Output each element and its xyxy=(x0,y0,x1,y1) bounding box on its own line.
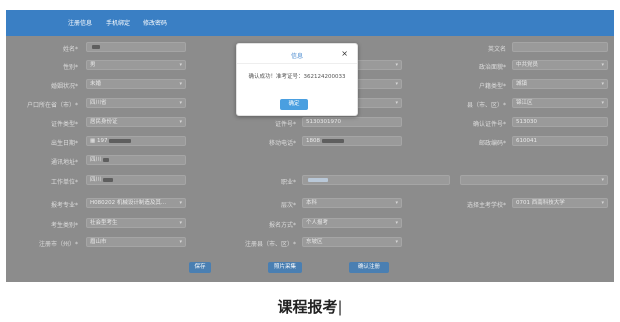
id-number-label: 证件号* xyxy=(274,121,296,128)
mobile-label: 移动电话* xyxy=(268,140,296,147)
english-name-field[interactable] xyxy=(512,42,608,52)
birth-date-label: 出生日期* xyxy=(50,140,78,147)
marital-status-select[interactable]: 未婚 xyxy=(86,79,186,89)
exam-school-label: 选择主考学校* xyxy=(466,202,506,209)
register-city-label: 注册市（州）* xyxy=(38,241,78,248)
postcode-field[interactable]: 610041 xyxy=(512,136,608,146)
masked-text xyxy=(92,44,100,49)
confirmation-dialog: 信息 × 确认成功！准考证号：362124200033 确定 xyxy=(236,43,358,116)
employer-field[interactable]: 四川 xyxy=(86,175,186,185)
masked-text xyxy=(103,177,114,182)
name-label: 姓名* xyxy=(62,46,78,53)
occupation-detail-select[interactable] xyxy=(460,175,608,185)
major-label: 报考专业* xyxy=(50,202,78,209)
close-icon[interactable]: × xyxy=(341,49,348,58)
address-label: 通讯地址* xyxy=(50,159,78,166)
id-type-label: 证件类型* xyxy=(50,121,78,128)
caption-text: 课程报考 xyxy=(277,298,338,316)
confirm-id-label: 确认证件号* xyxy=(472,121,506,128)
marital-status-label: 婚姻状况* xyxy=(50,83,78,90)
county-label: 县（市、区）* xyxy=(466,102,506,109)
apply-method-label: 报名方式* xyxy=(268,222,296,229)
register-district-label: 注册县（市、区）* xyxy=(244,241,296,248)
calendar-icon[interactable]: ▦ xyxy=(90,138,97,144)
top-nav-bar: 注册信息 手机绑定 修改密码 xyxy=(6,10,614,36)
occupation-label: 职业* xyxy=(280,179,296,186)
dialog-message: 确认成功！准考证号：362124200033 xyxy=(248,74,346,80)
candidate-type-label: 考生类别* xyxy=(50,222,78,229)
address-field[interactable]: 四川 xyxy=(86,155,186,165)
hukou-province-label: 户口所在省（市）* xyxy=(26,102,78,109)
name-field[interactable] xyxy=(86,42,186,52)
gender-select[interactable]: 男 xyxy=(86,60,186,70)
screenshot: 注册信息 手机绑定 修改密码 姓名* 性别* 男 婚姻状况* 未婚 户口所在省（… xyxy=(0,0,620,322)
county-select[interactable]: 锦江区 xyxy=(512,98,608,108)
ok-button[interactable]: 确定 xyxy=(280,99,308,110)
hukou-type-select[interactable]: 城镇 xyxy=(512,79,608,89)
birth-date-field[interactable]: ▦ 197 xyxy=(86,136,186,146)
english-name-label: 英文名 xyxy=(487,46,506,53)
occupation-field[interactable] xyxy=(302,175,450,185)
hukou-type-label: 户籍类型* xyxy=(478,83,506,90)
level-label: 层次* xyxy=(280,202,296,209)
dialog-title: 信息 xyxy=(290,53,303,60)
text-cursor: | xyxy=(337,298,343,316)
postcode-label: 邮政编码* xyxy=(478,140,506,147)
caption: 课程报考| xyxy=(0,296,620,317)
masked-text xyxy=(103,157,110,162)
confirm-register-button[interactable]: 确认注册 xyxy=(349,262,389,273)
gender-label: 性别* xyxy=(62,64,78,71)
employer-label: 工作单位* xyxy=(50,179,78,186)
dialog-divider xyxy=(237,63,357,64)
id-type-select[interactable]: 居民身份证 xyxy=(86,117,186,127)
tab-phone-binding[interactable]: 手机绑定 xyxy=(106,18,130,27)
register-district-select[interactable]: 东坡区 xyxy=(302,237,402,247)
political-status-select[interactable]: 中共党员 xyxy=(512,60,608,70)
tab-register-info[interactable]: 注册信息 xyxy=(68,18,92,27)
candidate-type-select[interactable]: 社会型考生 xyxy=(86,218,186,228)
mobile-field[interactable]: 1808 xyxy=(302,136,402,146)
hukou-province-select[interactable]: 四川省 xyxy=(86,98,186,108)
id-number-field[interactable]: 5130301970 xyxy=(302,117,402,127)
tab-change-password[interactable]: 修改密码 xyxy=(143,18,167,27)
apply-method-select[interactable]: 个人报考 xyxy=(302,218,402,228)
masked-text xyxy=(322,138,344,143)
masked-text xyxy=(109,138,132,143)
level-select[interactable]: 本科 xyxy=(302,198,402,208)
masked-text xyxy=(308,177,328,182)
register-city-select[interactable]: 眉山市 xyxy=(86,237,186,247)
confirm-id-field[interactable]: 513030 xyxy=(512,117,608,127)
major-select[interactable]: H080202 机械设计制造及其... xyxy=(86,198,186,208)
political-status-label: 政治面貌* xyxy=(478,64,506,71)
photo-capture-button[interactable]: 照片采集 xyxy=(268,262,302,273)
save-button[interactable]: 保存 xyxy=(189,262,211,273)
exam-school-select[interactable]: 0701 西南科技大学 xyxy=(512,198,608,208)
